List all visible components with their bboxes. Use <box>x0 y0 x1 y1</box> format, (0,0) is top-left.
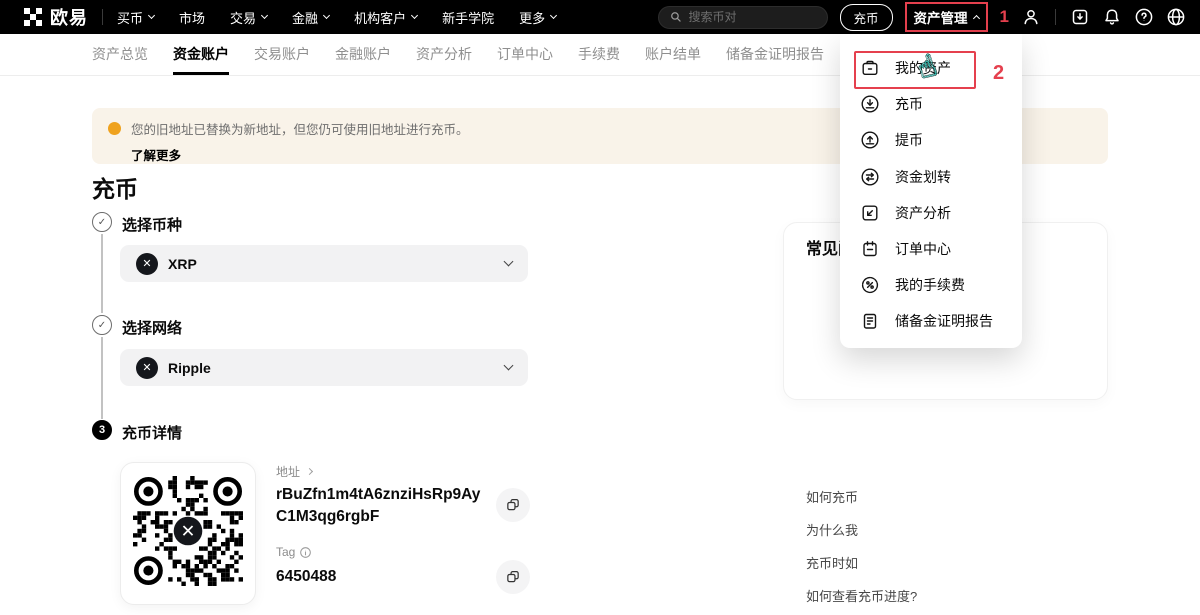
annotation-step-1: 1 <box>1000 7 1009 27</box>
orders-icon <box>860 239 880 259</box>
wallet-icon <box>860 58 880 78</box>
step1-label: 选择币种 <box>122 214 182 235</box>
subnav-item-finance-account[interactable]: 金融账户 <box>335 34 391 75</box>
chevron-down-icon <box>550 11 557 18</box>
nav-item-finance[interactable]: 金融 <box>292 8 329 27</box>
chevron-right-icon <box>306 468 313 475</box>
banner-message: 您的旧地址已替换为新地址，但您仍可使用旧地址进行充币。 <box>131 119 469 138</box>
copy-icon <box>505 497 521 513</box>
deposit-button[interactable]: 充币 <box>840 4 893 31</box>
copy-tag-button[interactable] <box>496 560 530 594</box>
divider <box>102 9 103 25</box>
nav-item-markets[interactable]: 市场 <box>179 8 205 27</box>
assets-management-button[interactable]: 资产管理 <box>905 2 988 32</box>
faq-item[interactable]: 如何查看充币进度? <box>806 586 917 605</box>
notifications-bell-icon[interactable] <box>1102 7 1122 27</box>
subnav-item-statements[interactable]: 账户结单 <box>645 34 701 75</box>
svg-text:✕: ✕ <box>181 522 196 542</box>
page-title: 充币 <box>92 170 138 204</box>
nav-item-trade[interactable]: 交易 <box>230 8 267 27</box>
okx-deposit-page: 欧易 买币 市场 交易 金融 机构客户 新手学院 更多 充币 资产管理 1 <box>0 0 1200 615</box>
menu-item-deposit[interactable]: 充币 <box>840 86 1022 122</box>
ripple-network-icon <box>136 357 158 379</box>
faq-item[interactable]: 为什么我 <box>806 520 858 539</box>
menu-item-fees[interactable]: 我的手续费 <box>840 267 1022 303</box>
menu-item-withdraw[interactable]: 提币 <box>840 122 1022 158</box>
nav-item-academy[interactable]: 新手学院 <box>442 8 494 27</box>
primary-nav: 买币 市场 交易 金融 机构客户 新手学院 更多 <box>117 8 556 27</box>
nav-item-more[interactable]: 更多 <box>519 8 556 27</box>
divider <box>1055 9 1056 25</box>
logo-text: 欧易 <box>50 4 88 30</box>
subnav-item-trading-account[interactable]: 交易账户 <box>254 34 310 75</box>
copy-icon <box>505 569 521 585</box>
step3-label: 充币详情 <box>122 422 182 443</box>
top-navbar: 欧易 买币 市场 交易 金融 机构客户 新手学院 更多 充币 资产管理 1 <box>0 0 1200 34</box>
okx-logo-icon <box>24 8 42 26</box>
okx-logo[interactable]: 欧易 <box>24 4 88 30</box>
subnav-item-funding-account[interactable]: 资金账户 <box>173 34 229 75</box>
subnav-item-reserve-report[interactable]: 储备金证明报告 <box>726 34 824 75</box>
menu-item-transfer[interactable]: 资金划转 <box>840 159 1022 195</box>
menu-item-order-center[interactable]: 订单中心 <box>840 231 1022 267</box>
subnav-item-order-center[interactable]: 订单中心 <box>497 34 553 75</box>
chevron-down-icon <box>504 257 514 267</box>
step2-label: 选择网络 <box>122 317 182 338</box>
transfer-icon <box>860 167 880 187</box>
chevron-down-icon <box>411 11 418 18</box>
withdraw-icon <box>860 130 880 150</box>
step2-check-icon <box>92 315 112 335</box>
search-box[interactable] <box>658 6 828 29</box>
chevron-down-icon <box>148 11 155 18</box>
download-app-icon[interactable] <box>1070 7 1090 27</box>
faq-item[interactable]: 如何充币 <box>806 487 858 506</box>
step-connector <box>101 234 103 313</box>
deposit-icon <box>860 94 880 114</box>
annotation-step-2: 2 <box>993 62 1004 85</box>
search-icon <box>669 10 683 24</box>
chevron-down-icon <box>323 11 330 18</box>
chevron-up-icon <box>972 14 979 21</box>
coin-select-value: XRP <box>168 256 197 272</box>
xrp-coin-icon <box>136 253 158 275</box>
address-label-row[interactable]: 地址 <box>276 463 312 480</box>
nav-item-institutional[interactable]: 机构客户 <box>354 8 417 27</box>
subnav-item-overview[interactable]: 资产总览 <box>92 34 148 75</box>
deposit-address: rBuZfn1m4tA6znziHsRp9Ay C1M3qg6rgbF <box>276 484 480 528</box>
copy-address-button[interactable] <box>496 488 530 522</box>
analysis-icon <box>860 203 880 223</box>
step-connector <box>101 337 103 419</box>
subnav-item-analysis[interactable]: 资产分析 <box>416 34 472 75</box>
search-input[interactable] <box>689 10 809 24</box>
fees-icon <box>860 275 880 295</box>
learn-more-link[interactable]: 了解更多 <box>131 145 181 164</box>
network-select-value: Ripple <box>168 360 211 376</box>
nav-item-buy[interactable]: 买币 <box>117 8 154 27</box>
user-icon[interactable] <box>1021 7 1041 27</box>
faq-item[interactable]: 充币时如 <box>806 553 858 572</box>
qr-code: ✕ <box>133 476 243 591</box>
chevron-down-icon <box>504 361 514 371</box>
menu-item-reserve-report[interactable]: 储备金证明报告 <box>840 303 1022 339</box>
help-icon[interactable] <box>1134 7 1154 27</box>
step1-check-icon <box>92 212 112 232</box>
reserve-report-icon <box>860 311 880 331</box>
menu-item-analysis[interactable]: 资产分析 <box>840 195 1022 231</box>
subnav-item-fees[interactable]: 手续费 <box>578 34 620 75</box>
qr-code-card: ✕ <box>120 462 256 605</box>
info-icon[interactable] <box>299 546 312 559</box>
warning-dot-icon <box>108 122 121 135</box>
globe-language-icon[interactable] <box>1166 7 1186 27</box>
chevron-down-icon <box>261 11 268 18</box>
tag-label-row: Tag <box>276 545 312 559</box>
network-select[interactable]: Ripple <box>120 349 528 386</box>
deposit-tag-value: 6450488 <box>276 568 336 586</box>
coin-select[interactable]: XRP <box>120 245 528 282</box>
step3-number-badge: 3 <box>92 420 112 440</box>
